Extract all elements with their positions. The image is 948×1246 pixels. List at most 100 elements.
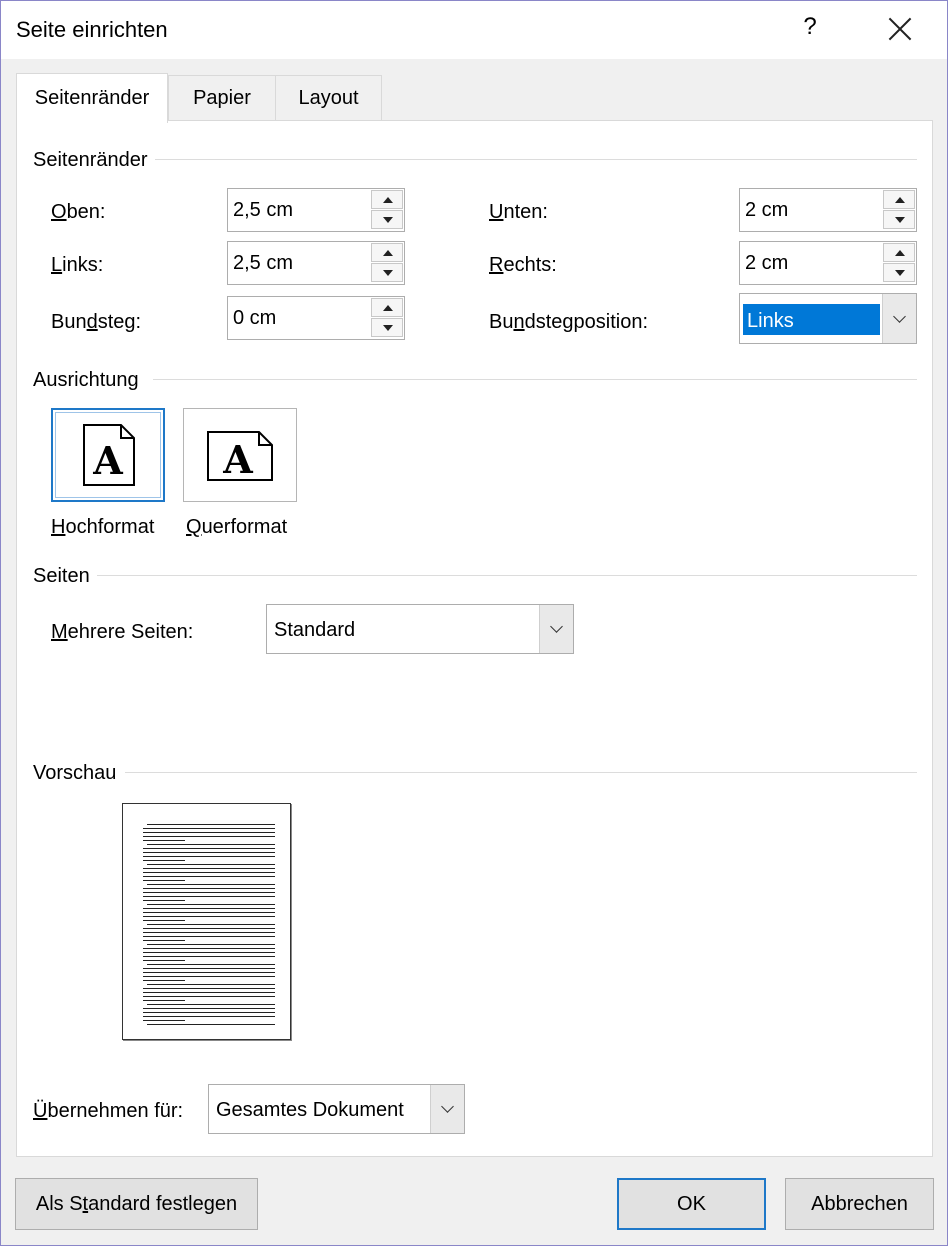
section-title-preview: Vorschau (33, 762, 117, 784)
spinner-rechts[interactable]: 2 cm (739, 241, 917, 285)
button-label: OK (677, 1192, 706, 1215)
preview-text-line (143, 932, 275, 933)
separator (155, 159, 917, 160)
spin-up-button[interactable] (371, 190, 403, 209)
spin-down-button[interactable] (371, 210, 403, 229)
triangle-up-icon (895, 197, 905, 203)
preview-text-line (147, 884, 275, 885)
preview-text-line (143, 900, 185, 901)
tab-label: Layout (298, 87, 359, 109)
preview-text-line (143, 956, 275, 957)
preview-text-line (143, 948, 275, 949)
tab-seitenraender[interactable]: Seitenränder (16, 73, 168, 123)
separator (125, 772, 917, 773)
close-icon[interactable] (887, 16, 913, 42)
preview-text-line (143, 892, 275, 893)
triangle-up-icon (895, 250, 905, 256)
preview-text-line (143, 920, 185, 921)
preview-text-line (143, 912, 275, 913)
chevron-down-icon (893, 310, 906, 323)
spinner-oben[interactable]: 2,5 cm (227, 188, 405, 232)
spinner-value: 2,5 cm (233, 252, 294, 274)
spinner-bundsteg[interactable]: 0 cm (227, 296, 405, 340)
landscape-label: Querformat (186, 516, 288, 538)
preview-text-line (143, 960, 185, 961)
preview-text-line (143, 972, 275, 973)
label-bundstegposition: Bundstegposition: (489, 311, 649, 333)
select-value: Gesamtes Dokument (216, 1099, 404, 1121)
dropdown-arrow[interactable] (539, 605, 573, 653)
page-setup-dialog: Seite einrichten ? Seitenränder Papier L… (0, 0, 948, 1246)
spinner-value: 2 cm (745, 199, 789, 221)
spin-down-button[interactable] (883, 210, 915, 229)
tab-layout[interactable]: Layout (275, 75, 382, 121)
button-label: Als Standard festlegen (35, 1192, 238, 1215)
ok-button[interactable]: OK (617, 1178, 766, 1230)
preview-text-line (143, 996, 275, 997)
preview-text-line (147, 1004, 275, 1005)
label-bundsteg: Bundsteg: (51, 311, 142, 333)
spinner-value: 0 cm (233, 307, 277, 329)
preview-text-line (143, 856, 275, 857)
preview-text-line (143, 992, 275, 993)
multiple-pages-select[interactable]: Standard (266, 604, 574, 654)
preview-text-line (143, 896, 275, 897)
separator (97, 575, 917, 576)
dialog-title: Seite einrichten (16, 17, 168, 42)
preview-text-line (147, 844, 275, 845)
preview-text-line (143, 988, 275, 989)
tab-papier[interactable]: Papier (168, 75, 276, 121)
spin-up-button[interactable] (371, 243, 403, 262)
triangle-down-icon (383, 217, 393, 223)
portrait-option[interactable]: A (51, 408, 165, 502)
preview-text-line (143, 840, 185, 841)
triangle-down-icon (383, 325, 393, 331)
preview-text-line (143, 940, 185, 941)
bundstegposition-select[interactable]: Links (739, 293, 917, 344)
spin-down-button[interactable] (883, 263, 915, 282)
chevron-down-icon (550, 620, 563, 633)
section-title-margins: Seitenränder (33, 149, 148, 171)
preview-text-line (147, 964, 275, 965)
cancel-button[interactable]: Abbrechen (785, 1178, 934, 1230)
section-title-pages: Seiten (33, 565, 90, 587)
svg-text:A: A (222, 437, 253, 481)
preview-text-line (143, 936, 275, 937)
set-default-button[interactable]: Als Standard festlegen (15, 1178, 258, 1230)
portrait-label: Hochformat (51, 516, 155, 538)
preview-text-line (147, 924, 275, 925)
title-bar: Seite einrichten ? (1, 1, 947, 59)
preview-text-line (143, 832, 275, 833)
preview-text-line (147, 864, 275, 865)
spin-up-button[interactable] (883, 190, 915, 209)
apply-to-select[interactable]: Gesamtes Dokument (208, 1084, 465, 1134)
triangle-down-icon (895, 270, 905, 276)
preview-text-line (143, 916, 275, 917)
spin-down-button[interactable] (371, 318, 403, 337)
preview-text-line (143, 928, 275, 929)
landscape-option[interactable]: A (183, 408, 297, 502)
section-title-orientation: Ausrichtung (33, 369, 139, 391)
label-oben: Oben: (51, 201, 106, 223)
dropdown-arrow[interactable] (882, 294, 916, 343)
dropdown-arrow[interactable] (430, 1085, 464, 1133)
preview-text-line (143, 872, 275, 873)
spinner-unten[interactable]: 2 cm (739, 188, 917, 232)
help-button[interactable]: ? (799, 13, 821, 43)
spin-up-button[interactable] (371, 298, 403, 317)
portrait-page-icon: A (83, 424, 135, 486)
spin-down-button[interactable] (371, 263, 403, 282)
triangle-up-icon (383, 305, 393, 311)
spinner-value: 2 cm (745, 252, 789, 274)
label-unten: Unten: (489, 201, 548, 223)
spin-up-button[interactable] (883, 243, 915, 262)
preview-text-line (143, 1012, 275, 1013)
preview-text-line (143, 848, 275, 849)
preview-text-line (143, 1016, 275, 1017)
spinner-links[interactable]: 2,5 cm (227, 241, 405, 285)
preview-text-line (143, 868, 275, 869)
landscape-page-icon: A (207, 431, 273, 481)
preview-text-line (143, 888, 275, 889)
tab-label: Seitenränder (34, 87, 150, 109)
preview-text-line (143, 876, 275, 877)
